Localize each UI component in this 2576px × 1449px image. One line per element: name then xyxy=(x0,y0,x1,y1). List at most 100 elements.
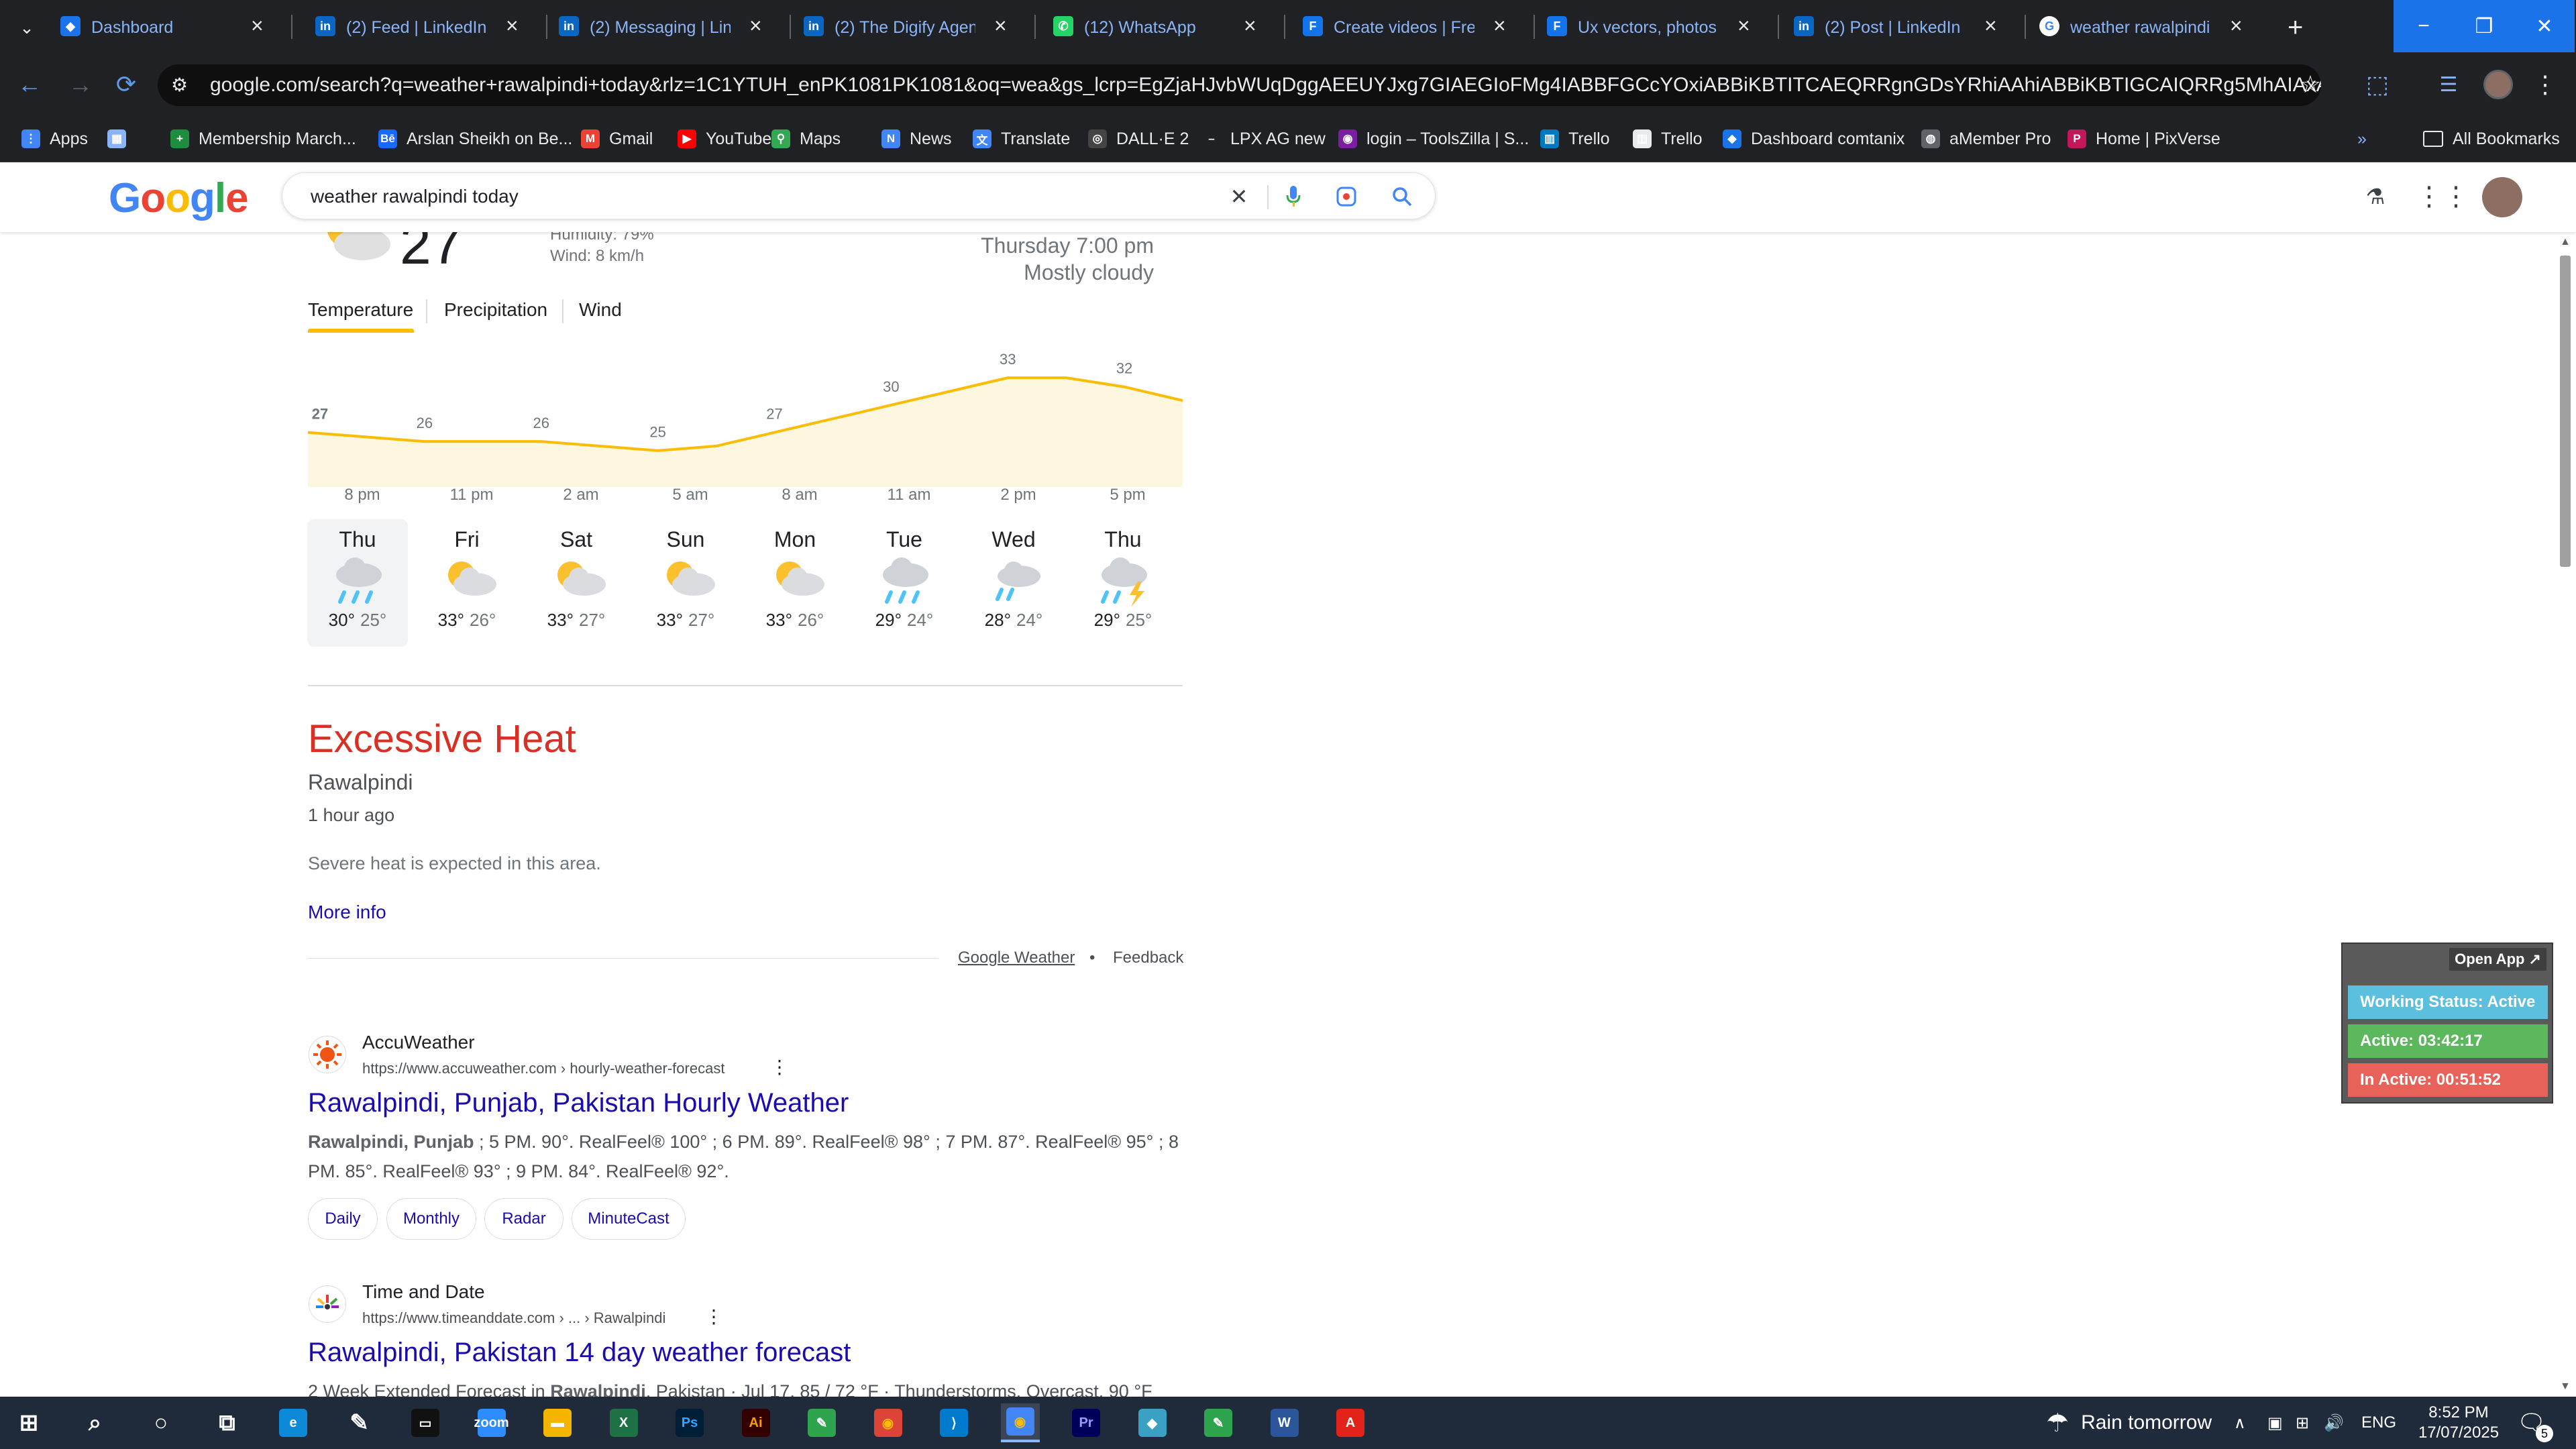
close-tab-icon[interactable]: × xyxy=(994,15,1007,36)
scroll-up-icon[interactable]: ▲ xyxy=(2560,236,2571,248)
bookmark-item[interactable]: ⋮ Apps xyxy=(21,115,88,162)
forecast-day[interactable]: Thu 30° 25° xyxy=(307,519,408,647)
vscode-icon[interactable]: ⟩ xyxy=(934,1403,973,1442)
browser-tab[interactable]: F Ux vectors, photos and × xyxy=(1547,0,1768,55)
google-apps-icon[interactable]: ⋮⋮ xyxy=(2416,182,2469,211)
result-title-link[interactable]: Rawalpindi, Pakistan 14 day weather fore… xyxy=(308,1338,851,1368)
forecast-day[interactable]: Wed 28° 24° xyxy=(963,519,1064,647)
bookmark-item[interactable]: ▥ Trello xyxy=(1633,115,1703,162)
sitelink-chip[interactable]: MinuteCast xyxy=(572,1198,686,1240)
new-tab-button[interactable]: + xyxy=(2288,0,2314,55)
search-input[interactable]: weather rawalpindi today xyxy=(311,186,519,207)
browser-tab[interactable]: Gweather rawalpindi today × xyxy=(2039,0,2261,55)
chrome-active-icon[interactable]: ◉ xyxy=(1000,1403,1040,1442)
app-icon[interactable]: ◆ xyxy=(1133,1403,1172,1442)
photoshop-icon[interactable]: Ps xyxy=(670,1403,709,1442)
edge-icon[interactable]: e xyxy=(274,1403,313,1442)
close-tab-icon[interactable]: × xyxy=(1984,15,1997,36)
illustrator-icon[interactable]: Ai xyxy=(737,1403,775,1442)
zoom-icon[interactable]: zoom xyxy=(472,1403,511,1442)
bookmark-item[interactable]: Bē Arslan Sheikh on Be... xyxy=(378,115,572,162)
weather-tab-temperature[interactable]: Temperature xyxy=(308,299,413,321)
task-view-icon[interactable]: ⧉ xyxy=(208,1403,247,1442)
search-box[interactable]: weather rawalpindi today ✕ xyxy=(282,172,1436,219)
word-icon[interactable]: W xyxy=(1265,1403,1304,1442)
bookmark-item[interactable]: P Home | PixVerse xyxy=(2068,115,2220,162)
forecast-day[interactable]: Mon 33° 26° xyxy=(745,519,845,647)
extensions-icon[interactable]: ⬚ xyxy=(2357,64,2398,105)
bookmark-item[interactable]: ▥ Trello xyxy=(1540,115,1610,162)
bookmark-star-icon[interactable]: ☆ xyxy=(2290,64,2330,105)
browser-tab[interactable]: ◆ Dashboard × xyxy=(60,0,282,55)
alert-more-info-link[interactable]: More info xyxy=(308,902,386,923)
chrome-menu-icon[interactable]: ⋮ xyxy=(2525,64,2565,105)
close-tab-icon[interactable]: × xyxy=(251,15,264,36)
clear-search-icon[interactable]: ✕ xyxy=(1225,182,1253,211)
lens-search-icon[interactable] xyxy=(1332,182,1360,211)
browser-tab[interactable]: in (2) Messaging | LinkedIn × xyxy=(559,0,780,55)
weather-tab-precipitation[interactable]: Precipitation xyxy=(444,299,547,321)
tray-chevron-icon[interactable]: ∧ xyxy=(2234,1397,2246,1449)
browser-tab[interactable]: F Create videos | Freepik × xyxy=(1303,0,1524,55)
chrome-icon[interactable]: ◉ xyxy=(869,1403,908,1442)
voice-search-icon[interactable] xyxy=(1279,182,1307,211)
forecast-day[interactable]: Thu 29° 25° xyxy=(1073,519,1173,647)
acrobat-icon[interactable]: A xyxy=(1331,1403,1370,1442)
bookmark-item[interactable]: ◎ DALL·E 2 xyxy=(1088,115,1189,162)
scrollbar-thumb[interactable] xyxy=(2560,256,2571,567)
bookmark-item[interactable]: ▶ YouTube xyxy=(678,115,771,162)
open-app-button[interactable]: Open App ↗ xyxy=(2449,948,2546,971)
forecast-day[interactable]: Sat 33° 27° xyxy=(526,519,627,647)
green-app-icon[interactable]: ✎ xyxy=(1199,1403,1238,1442)
result-menu-icon[interactable]: ⋮ xyxy=(704,1305,723,1328)
close-tab-icon[interactable]: × xyxy=(1737,15,1750,36)
clock[interactable]: 8:52 PM 17/07/2025 xyxy=(2415,1397,2502,1449)
weather-widget[interactable]: ☂ Rain tomorrow xyxy=(2046,1397,2212,1449)
pen-icon[interactable]: ✎ xyxy=(340,1403,379,1442)
weather-tab-wind[interactable]: Wind xyxy=(579,299,622,321)
cortana-icon[interactable]: ○ xyxy=(142,1403,180,1442)
browser-tab[interactable]: ✆ (12) WhatsApp × xyxy=(1053,0,1275,55)
search-icon[interactable]: ⌕ xyxy=(76,1403,115,1442)
bookmark-item[interactable]: – LPX AG new xyxy=(1202,115,1326,162)
browser-tab[interactable]: in (2) Feed | LinkedIn × xyxy=(315,0,537,55)
sitelink-chip[interactable]: Radar xyxy=(484,1198,564,1240)
green-app-icon[interactable]: ✎ xyxy=(802,1403,841,1442)
forecast-day[interactable]: Fri 33° 26° xyxy=(417,519,517,647)
account-avatar[interactable] xyxy=(2482,177,2522,217)
bookmark-item[interactable]: N News xyxy=(881,115,952,162)
meet-now-icon[interactable]: ▣ xyxy=(2267,1397,2283,1449)
scroll-down-icon[interactable]: ▼ xyxy=(2560,1381,2571,1393)
bookmark-item[interactable]: + Membership March... xyxy=(170,115,356,162)
volume-icon[interactable]: 🔊 xyxy=(2324,1397,2344,1449)
sitelink-chip[interactable]: Monthly xyxy=(386,1198,476,1240)
forecast-day[interactable]: Tue 29° 24° xyxy=(854,519,955,647)
labs-flask-icon[interactable]: ⚗ xyxy=(2361,182,2390,211)
google-logo[interactable]: Google xyxy=(109,174,249,222)
bookmark-item[interactable]: ▦ xyxy=(107,115,136,162)
sitelink-chip[interactable]: Daily xyxy=(308,1198,378,1240)
minimize-button[interactable]: − xyxy=(2394,0,2454,52)
premiere-icon[interactable]: Pr xyxy=(1067,1403,1106,1442)
restore-button[interactable]: ❐ xyxy=(2454,0,2514,52)
close-tab-icon[interactable]: × xyxy=(1244,15,1256,36)
close-tab-icon[interactable]: × xyxy=(1493,15,1506,36)
back-button[interactable]: ← xyxy=(9,64,50,105)
bookmark-item[interactable]: ◉ login – ToolsZilla | S... xyxy=(1338,115,1529,162)
close-window-button[interactable]: ✕ xyxy=(2514,0,2575,52)
all-bookmarks-button[interactable]: All Bookmarks xyxy=(2423,115,2560,162)
browser-tab[interactable]: in (2) The Digify Agency × xyxy=(804,0,1025,55)
bookmark-item[interactable]: M Gmail xyxy=(581,115,653,162)
address-bar[interactable]: ⚙ google.com/search?q=weather+rawalpindi… xyxy=(158,64,2321,106)
reload-button[interactable]: ⟳ xyxy=(106,64,146,105)
bookmark-item[interactable]: ⚲ Maps xyxy=(771,115,841,162)
bookmark-item[interactable]: ◆ Dashboard comtanix xyxy=(1723,115,1904,162)
feedback-link[interactable]: Feedback xyxy=(1113,949,1183,967)
close-tab-icon[interactable]: × xyxy=(749,15,762,36)
close-tab-icon[interactable]: × xyxy=(2230,15,2243,36)
page-scrollbar[interactable]: ▲ ▼ xyxy=(2555,232,2576,1397)
forecast-day[interactable]: Sun 33° 27° xyxy=(635,519,736,647)
result-menu-icon[interactable]: ⋮ xyxy=(770,1056,789,1078)
site-info-icon[interactable]: ⚙ xyxy=(171,74,188,96)
search-submit-icon[interactable] xyxy=(1388,182,1416,211)
